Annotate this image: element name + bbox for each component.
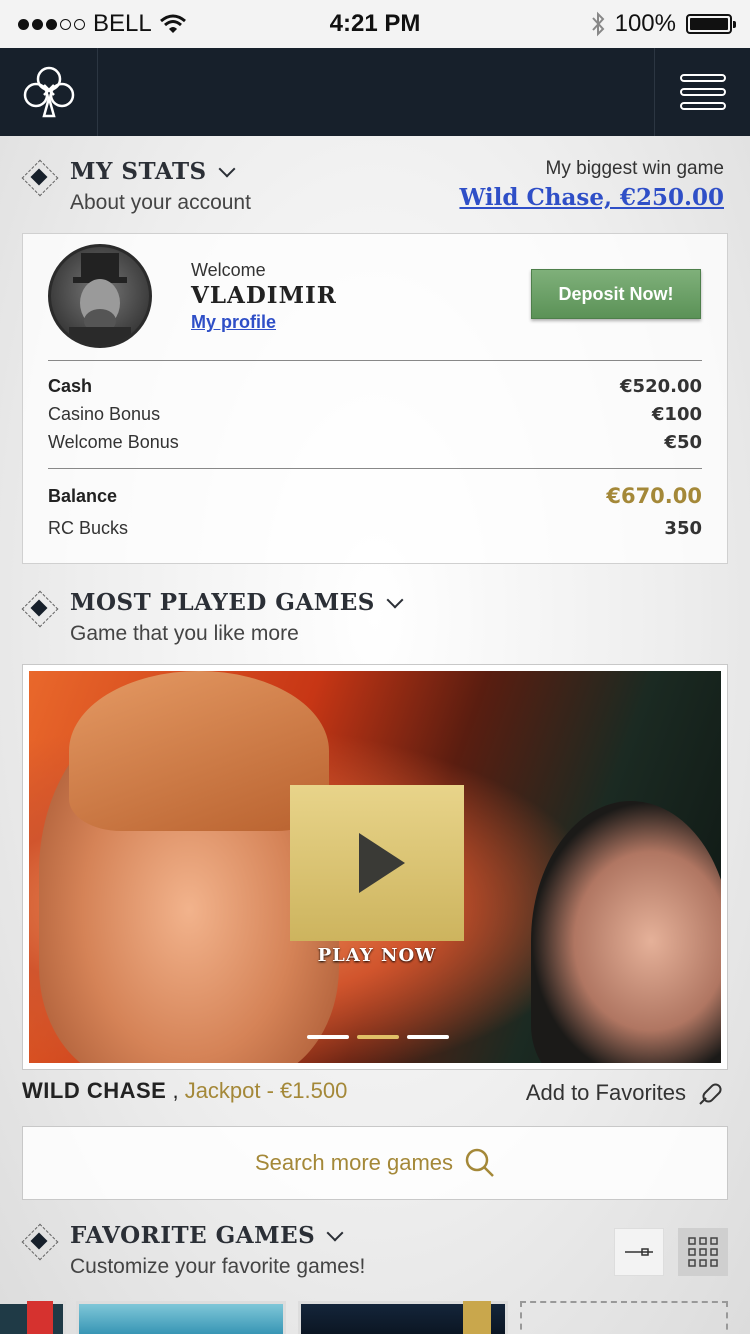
favorite-games-header[interactable]: FAVORITE GAMES Customize your favorite g… (22, 1222, 365, 1279)
rc-bucks-label: RC Bucks (48, 518, 129, 538)
play-button[interactable] (290, 785, 464, 941)
bluetooth-icon (591, 11, 604, 37)
diamond-icon (22, 1224, 56, 1258)
menu-button[interactable] (654, 48, 750, 136)
favorite-game-tile[interactable] (0, 1301, 66, 1334)
diamond-icon (22, 591, 56, 625)
wifi-icon (159, 14, 186, 33)
biggest-win: My biggest win game Wild Chase, €250.00 (459, 158, 724, 211)
biggest-win-label: My biggest win game (545, 158, 724, 179)
my-stats-title-text: MY STATS (70, 158, 207, 185)
avatar[interactable] (48, 244, 152, 348)
carousel-dot-active[interactable] (357, 1035, 399, 1039)
carousel-dot[interactable] (307, 1035, 349, 1039)
signal-strength-icon (18, 18, 85, 30)
balance-row-casino-bonus: Casino Bonus €100 (48, 404, 702, 425)
row-label: Cash (48, 376, 93, 396)
row-value: €520.00 (620, 376, 702, 397)
star-badge (463, 1301, 491, 1334)
my-profile-link[interactable]: My profile (191, 312, 276, 333)
balance-value: €670.00 (606, 484, 702, 508)
most-played-header[interactable]: MOST PLAYED GAMES Game that you like mor… (22, 589, 404, 646)
account-card: Welcome VLADIMIR My profile Deposit Now!… (22, 233, 728, 564)
balance-row-cash: Cash €520.00 (48, 376, 702, 397)
hamburger-menu-icon (679, 74, 726, 110)
divider (48, 360, 702, 361)
add-to-favorites-button[interactable]: Add to Favorites (526, 1078, 726, 1108)
favorite-games-title-text: FAVORITE GAMES (70, 1222, 316, 1249)
most-played-title-text: MOST PLAYED GAMES (70, 589, 375, 616)
welcome-label: Welcome (191, 260, 266, 280)
chevron-down-icon (326, 1224, 344, 1241)
status-left: BELL (18, 10, 186, 38)
carousel-dot[interactable] (407, 1035, 449, 1039)
battery-icon (686, 14, 736, 34)
user-portrait-icon (69, 253, 131, 345)
username: VLADIMIR (191, 282, 337, 309)
balance-total-row: Balance €670.00 (48, 484, 702, 508)
game-artwork: PLAY NOW (29, 671, 721, 1063)
logo-button[interactable] (0, 48, 98, 136)
rc-bucks-value: 350 (664, 518, 702, 539)
favorite-games-subtitle: Customize your favorite games! (70, 1255, 366, 1278)
club-icon (23, 66, 74, 118)
separator: , (172, 1078, 185, 1103)
hot-badge (27, 1301, 53, 1334)
row-value: €100 (651, 404, 702, 425)
carrier-name: BELL (93, 10, 152, 37)
status-bar: BELL 4:21 PM 100% (0, 0, 750, 48)
pin-icon (699, 1083, 722, 1105)
slider-icon (625, 1248, 653, 1256)
game-name[interactable]: WILD CHASE (22, 1078, 166, 1103)
favorite-game-tile[interactable] (298, 1301, 508, 1334)
add-to-favorites-label: Add to Favorites (525, 1080, 686, 1105)
search-placeholder: Search more games (254, 1150, 454, 1175)
grid-icon (688, 1237, 718, 1267)
diamond-icon (22, 160, 56, 194)
balance-label: Balance (48, 485, 118, 506)
most-played-title: MOST PLAYED GAMES (70, 589, 404, 616)
status-right: 100% (591, 10, 736, 38)
battery-percent: 100% (614, 10, 676, 37)
list-view-button[interactable] (614, 1228, 664, 1276)
game-banner[interactable]: PLAY NOW (22, 664, 728, 1070)
my-stats-header[interactable]: MY STATS About your account (22, 158, 251, 215)
favorite-game-tile[interactable] (76, 1301, 286, 1334)
top-nav-bar (0, 48, 750, 136)
jackpot-text: Jackpot - €1.500 (184, 1078, 348, 1103)
my-stats-subtitle: About your account (70, 191, 251, 214)
add-favorite-slot[interactable] (520, 1301, 728, 1334)
divider (48, 468, 702, 469)
rc-bucks-row: RC Bucks 350 (48, 518, 702, 539)
biggest-win-link[interactable]: Wild Chase, €250.00 (459, 184, 724, 211)
chevron-down-icon (218, 160, 236, 177)
row-label: Casino Bonus (48, 404, 161, 424)
row-label: Welcome Bonus (48, 432, 179, 452)
search-games-button[interactable]: Search more games (22, 1126, 728, 1200)
play-icon (359, 833, 405, 893)
row-value: €50 (664, 432, 702, 453)
artwork-woman (531, 801, 721, 1063)
chevron-down-icon (386, 591, 404, 608)
my-stats-title: MY STATS (70, 158, 251, 185)
most-played-subtitle: Game that you like more (70, 622, 299, 645)
favorite-games-title: FAVORITE GAMES (70, 1222, 365, 1249)
balance-row-welcome-bonus: Welcome Bonus €50 (48, 432, 702, 453)
grid-view-button[interactable] (678, 1228, 728, 1276)
deposit-button[interactable]: Deposit Now! (531, 269, 701, 319)
game-info: WILD CHASE , Jackpot - €1.500 (22, 1078, 347, 1104)
search-icon (465, 1148, 494, 1177)
carousel-pager (307, 1035, 449, 1039)
play-now-label[interactable]: PLAY NOW (290, 945, 464, 966)
